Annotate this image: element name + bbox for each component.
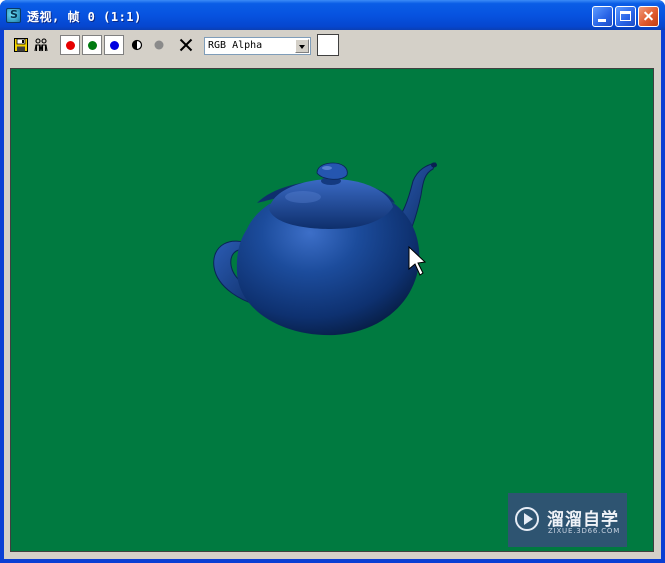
maximize-button[interactable]	[615, 6, 636, 27]
render-viewport[interactable]: 溜溜自学 ZIXUE.3D66.COM	[10, 68, 654, 552]
blue-channel-button[interactable]	[104, 35, 124, 55]
clear-icon[interactable]	[178, 37, 194, 53]
maximize-icon	[620, 11, 631, 21]
clone-icon[interactable]	[33, 37, 49, 53]
channel-select[interactable]: RGB Alpha	[204, 37, 311, 55]
monochrome-icon[interactable]	[151, 37, 167, 53]
minimize-button[interactable]	[592, 6, 613, 27]
app-icon[interactable]	[6, 8, 21, 23]
window-title: 透视, 帧 0 (1:1)	[27, 10, 142, 24]
teapot-render	[213, 162, 437, 336]
watermark: 溜溜自学 ZIXUE.3D66.COM	[508, 493, 627, 547]
close-icon	[639, 7, 658, 26]
chevron-down-icon[interactable]	[295, 39, 309, 53]
minimize-icon	[598, 19, 606, 22]
red-channel-icon	[66, 41, 75, 50]
green-channel-button[interactable]	[82, 35, 102, 55]
alpha-channel-icon[interactable]	[129, 37, 145, 53]
red-channel-button[interactable]	[60, 35, 80, 55]
close-button[interactable]	[638, 6, 659, 27]
green-channel-icon	[88, 41, 97, 50]
play-icon	[515, 507, 539, 531]
title-bar[interactable]: 透视, 帧 0 (1:1)	[0, 0, 665, 30]
channel-select-value: RGB Alpha	[208, 40, 263, 51]
color-swatch[interactable]	[317, 34, 339, 56]
toolbar: RGB Alpha	[4, 30, 661, 60]
save-icon[interactable]	[13, 37, 29, 53]
window-client-area: RGB Alpha 溜溜自学 ZIXUE.3D66.COM	[4, 30, 661, 559]
render-window: 透视, 帧 0 (1:1)	[0, 0, 665, 563]
watermark-url: ZIXUE.3D66.COM	[548, 527, 621, 535]
blue-channel-icon	[110, 41, 119, 50]
